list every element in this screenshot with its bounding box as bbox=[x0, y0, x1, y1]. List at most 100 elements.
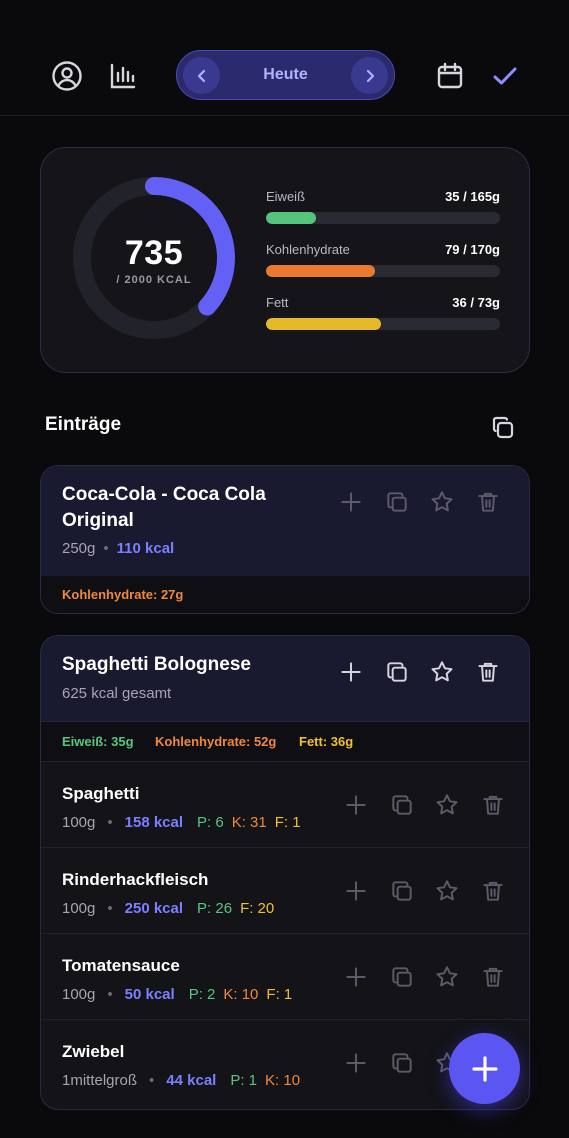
duplicate-button[interactable] bbox=[389, 792, 417, 820]
separator-dot: • bbox=[107, 986, 113, 1003]
ingredient-meta: 100g • 250 kcal P: 26 F: 20 bbox=[62, 900, 274, 917]
star-icon bbox=[431, 491, 453, 512]
duplicate-button[interactable] bbox=[389, 1050, 417, 1078]
star-icon bbox=[436, 966, 458, 987]
check-icon bbox=[493, 67, 517, 85]
macro-amount: 36 / 73g bbox=[452, 295, 500, 310]
macro-amount: 35 / 165g bbox=[445, 189, 500, 204]
plus-icon bbox=[346, 881, 366, 901]
entry-total: 625 kcal gesamt bbox=[62, 685, 172, 702]
favorite-button[interactable] bbox=[434, 964, 462, 992]
copy-icon bbox=[386, 662, 407, 682]
plus-icon bbox=[346, 967, 366, 987]
macro-name: Kohlenhydrate bbox=[266, 242, 350, 257]
add-portion-button[interactable] bbox=[343, 878, 371, 906]
macro-name: Fett bbox=[266, 295, 289, 310]
add-portion-button[interactable] bbox=[343, 964, 371, 992]
ingredient-meta: 1mittelgroß • 44 kcal P: 1 K: 10 bbox=[62, 1072, 300, 1089]
star-icon bbox=[431, 661, 453, 682]
separator-dot: • bbox=[149, 1072, 155, 1089]
daily-summary-card: 735 / 2000 KCAL Eiweiß 35 / 165g Kohlenh… bbox=[40, 147, 530, 373]
entry-title: Coca-Cola - Coca Cola Original bbox=[62, 484, 266, 531]
ingredient-row[interactable]: Tomatensauce 100g • 50 kcal P: 2 K: 10 F: 1 bbox=[41, 933, 529, 1019]
star-icon bbox=[436, 880, 458, 901]
copy-icon bbox=[391, 1053, 412, 1073]
favorite-button[interactable] bbox=[434, 792, 462, 820]
ingredient-name: Spaghetti bbox=[62, 784, 140, 803]
ingredient-meta: 100g • 158 kcal P: 6 K: 31 F: 1 bbox=[62, 814, 301, 831]
delete-button[interactable] bbox=[480, 964, 508, 992]
macro-track bbox=[266, 318, 500, 330]
copy-icon bbox=[391, 795, 412, 815]
delete-button[interactable] bbox=[480, 878, 508, 906]
entry-macros: Kohlenhydrate: 27g bbox=[41, 576, 529, 613]
separator-dot: • bbox=[103, 540, 109, 557]
copy-icon bbox=[391, 967, 412, 987]
delete-button[interactable] bbox=[475, 489, 503, 517]
add-portion-button[interactable] bbox=[338, 489, 366, 517]
ingredient-protein: P: 1 bbox=[230, 1072, 258, 1089]
plus-icon bbox=[346, 1053, 366, 1073]
macro-fill bbox=[266, 212, 316, 224]
favorite-button[interactable] bbox=[434, 878, 462, 906]
favorite-button[interactable] bbox=[429, 489, 457, 517]
copy-icon bbox=[386, 492, 407, 512]
entry-card[interactable]: Coca-Cola - Coca Cola Original 250g • 110 … bbox=[40, 465, 530, 614]
stats-button[interactable] bbox=[104, 57, 142, 95]
add-entry-button[interactable] bbox=[449, 1033, 520, 1104]
duplicate-button[interactable] bbox=[384, 489, 412, 517]
user-circle-icon bbox=[52, 61, 82, 91]
ingredient-kcal: 50 kcal bbox=[124, 986, 175, 1003]
add-portion-button[interactable] bbox=[343, 792, 371, 820]
ingredient-carbs: K: 10 bbox=[265, 1072, 301, 1089]
ingredient-row[interactable]: Rinderhackfleisch 100g • 250 kcal P: 26 F: 2… bbox=[41, 847, 529, 933]
macro-fill bbox=[266, 265, 375, 277]
entry-protein: Eiweiß: 35g bbox=[62, 734, 134, 749]
entry-amount: 250g bbox=[62, 540, 96, 557]
ingredient-protein: P: 6 bbox=[197, 814, 224, 831]
ingredient-amount: 100g bbox=[62, 814, 96, 831]
favorite-button[interactable] bbox=[429, 659, 457, 687]
duplicate-button[interactable] bbox=[384, 659, 412, 687]
entry-title: Spaghetti Bolognese bbox=[62, 654, 251, 675]
trash-icon bbox=[482, 795, 503, 815]
macro-fill bbox=[266, 318, 382, 330]
entry-meta: 250g • 110 kcal bbox=[62, 540, 174, 557]
calendar-button[interactable] bbox=[431, 57, 469, 95]
delete-button[interactable] bbox=[475, 659, 503, 687]
entry-card[interactable]: Spaghetti Bolognese 625 kcal gesamt Eiwe… bbox=[40, 635, 530, 1110]
add-portion-button[interactable] bbox=[338, 659, 366, 687]
copy-icon bbox=[391, 881, 412, 901]
macro-track bbox=[266, 265, 500, 277]
kcal-goal: / 2000 KCAL bbox=[116, 274, 192, 286]
macro-protein: Eiweiß 35 / 165g bbox=[266, 189, 500, 233]
next-day-button[interactable] bbox=[351, 57, 388, 94]
duplicate-button[interactable] bbox=[389, 964, 417, 992]
profile-button[interactable] bbox=[48, 57, 86, 95]
entries-section-title: Einträge bbox=[45, 414, 122, 435]
entry-carbs: Kohlenhydrate: 52g bbox=[155, 734, 277, 749]
confirm-button[interactable] bbox=[486, 57, 524, 95]
macro-track bbox=[266, 212, 500, 224]
ingredient-meta: 100g • 50 kcal P: 2 K: 10 F: 1 bbox=[62, 986, 292, 1003]
macro-name: Eiweiß bbox=[266, 189, 306, 204]
delete-button[interactable] bbox=[480, 792, 508, 820]
copy-icon bbox=[492, 416, 514, 439]
copy-all-button[interactable] bbox=[486, 411, 520, 445]
trash-icon bbox=[482, 881, 503, 901]
date-navigator: Heute bbox=[176, 50, 395, 100]
chevron-right-icon bbox=[366, 69, 374, 82]
macro-fat: Fett 36 / 73g bbox=[266, 295, 500, 339]
ingredient-amount: 1mittelgroß bbox=[62, 1072, 138, 1089]
bar-chart-icon bbox=[110, 63, 136, 89]
trash-icon bbox=[477, 662, 498, 682]
add-portion-button[interactable] bbox=[343, 1050, 371, 1078]
entry-macros: Eiweiß: 35g Kohlenhydrate: 52g Fett: 36g bbox=[41, 721, 529, 761]
ingredient-carbs: K: 31 bbox=[231, 814, 267, 831]
ingredient-kcal: 158 kcal bbox=[124, 814, 184, 831]
ingredient-row[interactable]: Spaghetti 100g • 158 kcal P: 6 K: 31 F: 1 bbox=[41, 761, 529, 847]
ingredient-protein: P: 26 bbox=[197, 900, 233, 917]
entry-carbs: Kohlenhydrate: 27g bbox=[62, 587, 184, 602]
trash-icon bbox=[477, 492, 498, 512]
duplicate-button[interactable] bbox=[389, 878, 417, 906]
